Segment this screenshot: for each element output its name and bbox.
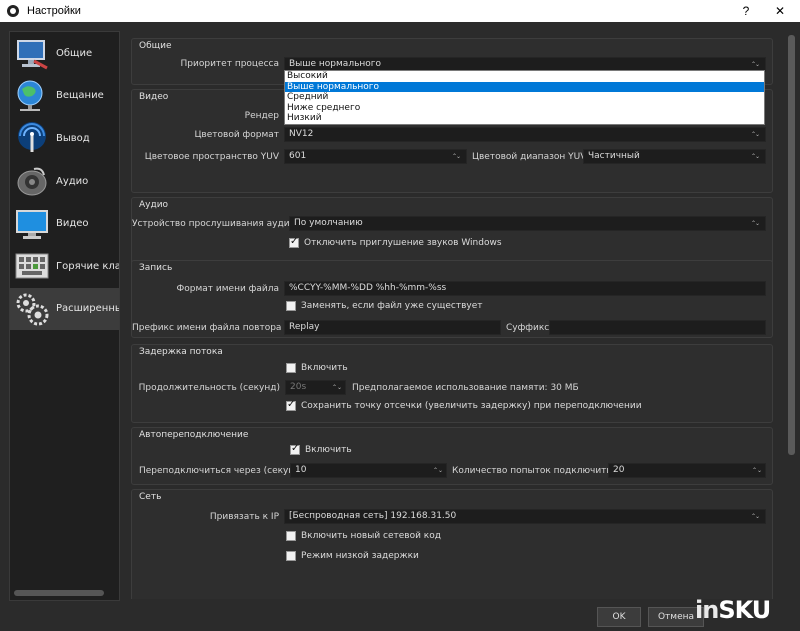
sidebar-item-advanced[interactable]: Расширенные xyxy=(10,287,119,331)
sidebar-item-hotkeys[interactable]: Горячие клавиши xyxy=(10,245,119,288)
monitor-pen-icon xyxy=(17,40,48,70)
checkbox-box[interactable] xyxy=(286,399,296,411)
watermark-part: in xyxy=(695,596,719,624)
sidebar-item-label: Вывод xyxy=(56,132,90,144)
checkbox-label: Включить xyxy=(301,363,348,373)
sidebar-item-label: Горячие клавиши xyxy=(56,260,119,272)
sidebar-item-output[interactable]: Вывод xyxy=(10,117,119,160)
preserve-cutoff-checkbox[interactable]: Сохранить точку отсечки (увеличить задер… xyxy=(286,399,642,411)
watermark-part: SKU xyxy=(718,596,771,624)
suffix-input[interactable] xyxy=(549,320,766,335)
group-title: Автопереподключение xyxy=(139,430,249,440)
max-retries-label: Количество попыток подключиться xyxy=(452,466,623,476)
new-network-code-checkbox[interactable]: Включить новый сетевой код xyxy=(286,531,441,541)
monitoring-device-label: Устройство прослушивания аудио xyxy=(132,219,296,229)
color-format-select[interactable]: NV12 xyxy=(284,127,766,142)
monitor-icon xyxy=(16,209,48,239)
sidebar-item-label: Аудио xyxy=(56,175,89,187)
monitoring-device-select[interactable]: По умолчанию xyxy=(289,216,766,231)
checkbox-label: Режим низкой задержки xyxy=(301,551,419,561)
color-format-label: Цветовой формат xyxy=(194,130,279,140)
bind-ip-label: Привязать к IP xyxy=(209,512,279,522)
ok-button[interactable]: OK xyxy=(597,607,641,627)
group-title: Запись xyxy=(139,263,173,273)
checkbox-box[interactable] xyxy=(286,301,296,311)
checkbox-box[interactable] xyxy=(289,236,299,248)
low-latency-checkbox[interactable]: Режим низкой задержки xyxy=(286,551,419,561)
disable-ducking-checkbox[interactable]: Отключить приглушение звуков Windows xyxy=(289,236,502,248)
gears-icon xyxy=(16,293,49,326)
settings-sidebar: Общие Вещание Вывод Аудио Видео Горячие … xyxy=(9,31,120,601)
priority-option-below-normal[interactable]: Ниже среднего xyxy=(285,103,764,114)
sidebar-item-audio[interactable]: Аудио xyxy=(10,160,119,203)
checkbox-box[interactable] xyxy=(286,551,296,561)
priority-label: Приоритет процесса xyxy=(180,59,279,69)
retry-delay-label: Переподключиться через (секунд) xyxy=(139,466,304,476)
memory-usage-text: Предполагаемое использование памяти: 30 … xyxy=(352,383,579,393)
keyboard-icon xyxy=(15,253,49,279)
checkbox-label: Включить xyxy=(305,445,352,455)
checkbox-box[interactable] xyxy=(286,531,296,541)
filename-format-label: Формат имени файла xyxy=(176,284,279,294)
group-reconnect: Автопереподключение Включить Переподключ… xyxy=(131,427,773,485)
checkbox-box[interactable] xyxy=(290,443,300,455)
priority-option-idle[interactable]: Низкий xyxy=(285,113,764,124)
checkbox-label: Заменять, если файл уже существует xyxy=(301,301,483,311)
globe-network-icon xyxy=(17,80,43,111)
checkbox-label: Отключить приглушение звуков Windows xyxy=(304,238,502,248)
group-recording: Запись Формат имени файла %CCYY-%MM-%DD … xyxy=(131,260,773,338)
group-stream-delay: Задержка потока Включить Продолжительнос… xyxy=(131,344,773,423)
delay-duration-label: Продолжительность (секунд) xyxy=(138,383,280,393)
sidebar-item-label: Общие xyxy=(56,47,93,59)
priority-option-high[interactable]: Высокий xyxy=(285,71,764,82)
color-range-select[interactable]: Частичный xyxy=(583,149,766,164)
priority-option-above-normal[interactable]: Выше нормального xyxy=(285,81,764,92)
retry-delay-spinbox[interactable]: 10 xyxy=(290,463,447,478)
sidebar-item-label: Расширенные xyxy=(56,303,119,315)
group-title: Задержка потока xyxy=(139,347,223,357)
filename-format-input[interactable]: %CCYY-%MM-%DD %hh-%mm-%ss xyxy=(284,281,766,296)
close-button[interactable]: ✕ xyxy=(771,2,789,20)
scrollbar-thumb[interactable] xyxy=(788,35,795,455)
group-title: Общие xyxy=(139,41,172,51)
speaker-icon xyxy=(17,167,47,196)
sidebar-item-label: Вещание xyxy=(56,90,104,102)
sidebar-item-video[interactable]: Видео xyxy=(10,202,119,245)
group-title: Видео xyxy=(139,92,169,102)
obs-app-icon xyxy=(7,5,19,17)
sidebar-item-general[interactable]: Общие xyxy=(10,32,119,75)
reconnect-enable-checkbox[interactable]: Включить xyxy=(290,443,352,455)
sidebar-item-stream[interactable]: Вещание xyxy=(10,75,119,118)
renderer-label: Рендер xyxy=(244,111,279,121)
sidebar-item-label: Видео xyxy=(56,218,89,230)
insku-watermark-logo: inSKU xyxy=(695,596,771,624)
broadcast-antenna-icon xyxy=(18,122,46,153)
priority-option-normal[interactable]: Средний xyxy=(285,92,764,103)
color-space-select[interactable]: 601 xyxy=(284,149,467,164)
color-space-label: Цветовое пространство YUV xyxy=(144,152,279,162)
sidebar-scrollbar[interactable] xyxy=(14,590,104,596)
color-range-label: Цветовой диапазон YUV xyxy=(472,152,587,162)
help-button[interactable]: ? xyxy=(737,2,755,20)
bind-ip-select[interactable]: [Беспроводная сеть] 192.168.31.50 xyxy=(284,509,766,524)
title-bar: Настройки ? ✕ xyxy=(0,0,800,22)
max-retries-spinbox[interactable]: 20 xyxy=(608,463,766,478)
group-title: Аудио xyxy=(139,200,169,210)
overwrite-checkbox[interactable]: Заменять, если файл уже существует xyxy=(286,301,483,311)
checkbox-box[interactable] xyxy=(286,363,296,373)
replay-prefix-label: Префикс имени файла повтора xyxy=(132,323,282,333)
checkbox-label: Включить новый сетевой код xyxy=(301,531,441,541)
suffix-label: Суффикс xyxy=(506,323,550,333)
content-scrollbar[interactable] xyxy=(787,31,796,599)
window-title: Настройки xyxy=(27,5,81,17)
replay-prefix-input[interactable]: Replay xyxy=(284,320,501,335)
checkbox-label: Сохранить точку отсечки (увеличить задер… xyxy=(301,401,642,411)
stream-delay-enable-checkbox[interactable]: Включить xyxy=(286,363,348,373)
group-network: Сеть Привязать к IP [Беспроводная сеть] … xyxy=(131,489,773,599)
delay-duration-spinbox[interactable]: 20s xyxy=(285,380,346,395)
priority-dropdown-list: Высокий Выше нормального Средний Ниже ср… xyxy=(284,70,765,125)
group-title: Сеть xyxy=(139,492,162,502)
